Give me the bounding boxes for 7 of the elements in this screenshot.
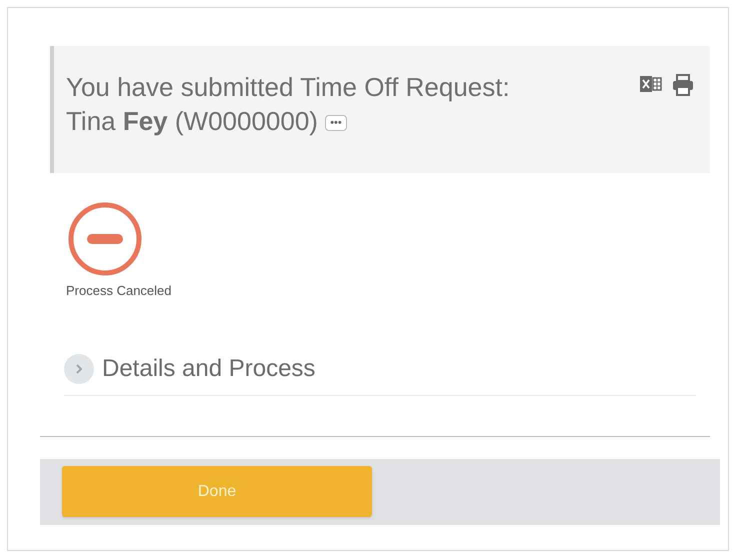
status-label: Process Canceled xyxy=(66,282,172,300)
more-button[interactable]: ••• xyxy=(325,115,347,132)
excel-icon[interactable] xyxy=(640,74,662,94)
canceled-icon xyxy=(67,201,143,277)
page-title: You have submitted Time Off Request: Tina Fey (W0000000) ••• xyxy=(66,71,511,138)
print-icon[interactable] xyxy=(672,74,694,96)
section-title[interactable]: Details and Process xyxy=(102,350,316,386)
